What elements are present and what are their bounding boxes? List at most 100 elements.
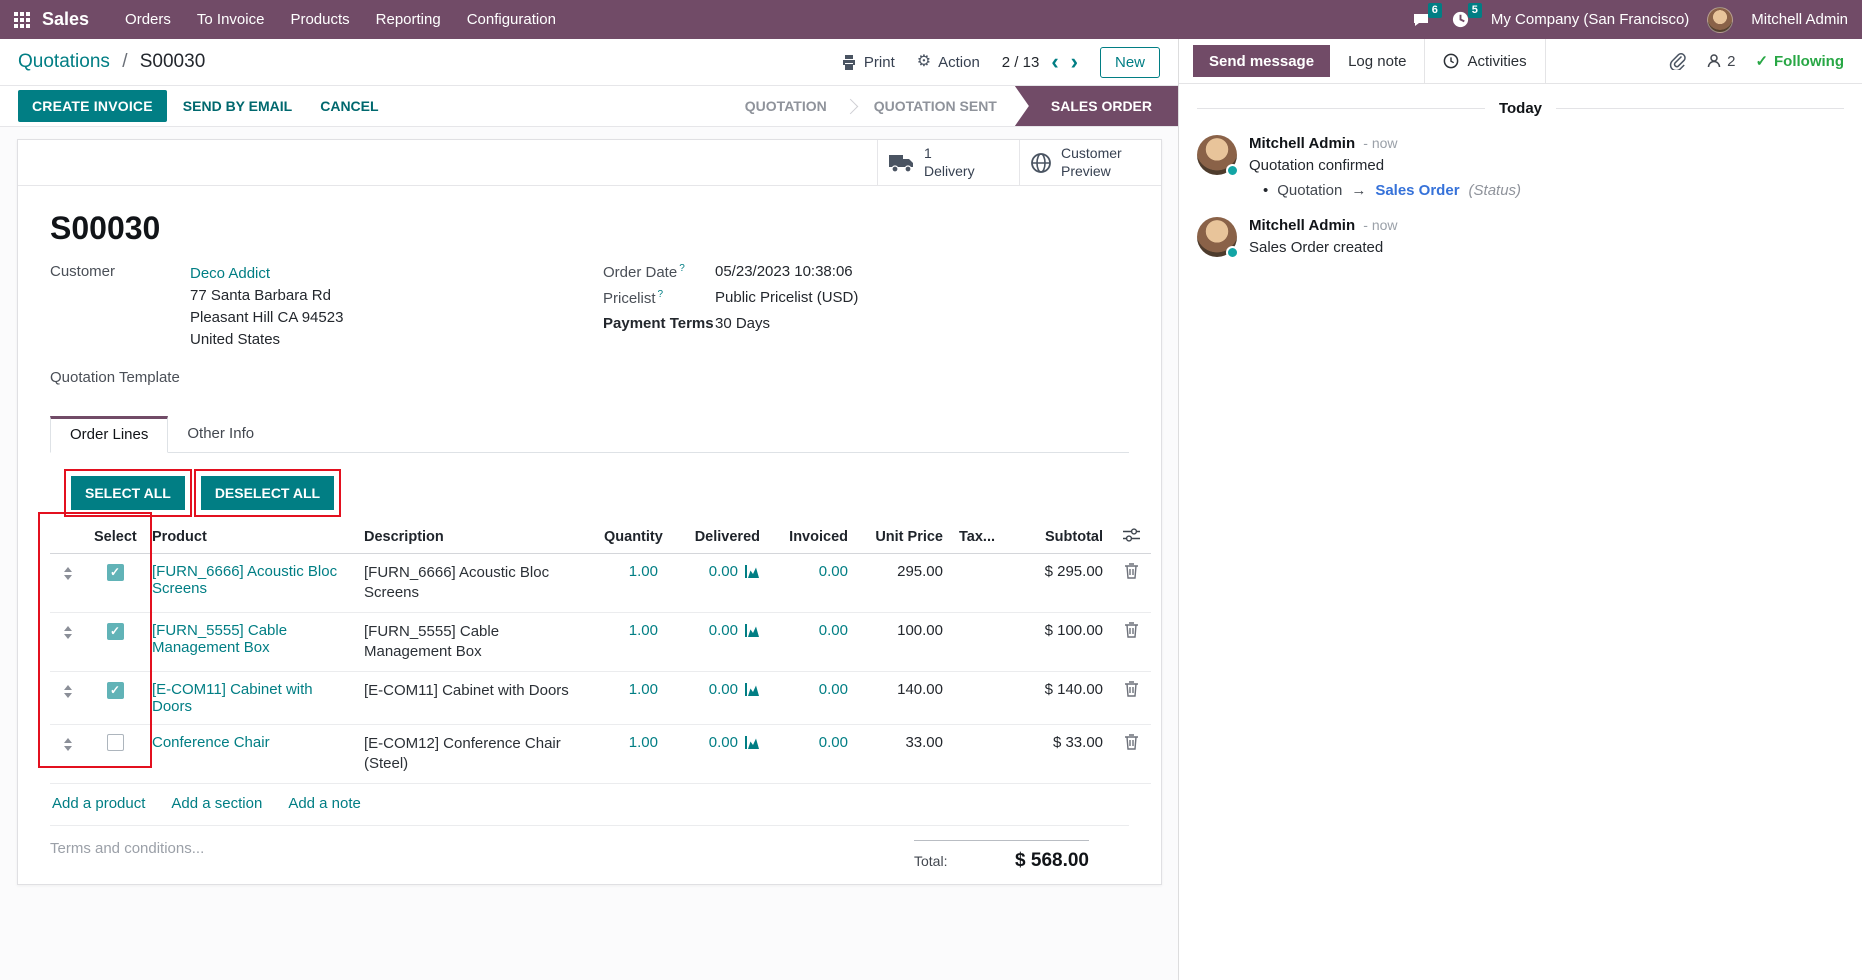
forecast-chart-icon[interactable] <box>744 683 760 696</box>
action-button[interactable]: ⚙ Action <box>917 54 980 71</box>
quantity-cell[interactable]: 1.00 <box>596 613 666 672</box>
delete-row-icon[interactable] <box>1124 563 1139 579</box>
quantity-column-header[interactable]: Quantity <box>596 521 666 554</box>
customer-preview-smart-button[interactable]: Customer Preview <box>1019 140 1161 185</box>
forecast-chart-icon[interactable] <box>744 624 760 637</box>
messages-icon[interactable]: 6 <box>1411 10 1433 30</box>
row-select-checkbox[interactable]: ✓ <box>107 682 124 699</box>
product-link[interactable]: [FURN_5555] Cable Management Box <box>152 622 287 656</box>
message-author[interactable]: Mitchell Admin <box>1249 135 1355 152</box>
pager-previous-icon[interactable]: ‹ <box>1051 51 1058 73</box>
send-message-button[interactable]: Send message <box>1193 45 1330 77</box>
forecast-chart-icon[interactable] <box>744 565 760 578</box>
attachment-icon[interactable] <box>1669 52 1686 70</box>
deselect-all-button[interactable]: DESELECT ALL <box>201 476 334 510</box>
new-button[interactable]: New <box>1100 47 1160 78</box>
company-switcher[interactable]: My Company (San Francisco) <box>1491 11 1689 28</box>
delete-row-icon[interactable] <box>1124 622 1139 638</box>
forecast-chart-icon[interactable] <box>744 736 760 749</box>
status-sales-order[interactable]: SALES ORDER <box>1015 86 1178 126</box>
description-cell[interactable]: [FURN_5555] Cable Management Box <box>364 623 499 660</box>
menu-reporting[interactable]: Reporting <box>368 1 449 38</box>
quantity-cell[interactable]: 1.00 <box>596 554 666 613</box>
product-link[interactable]: [E-COM11] Cabinet with Doors <box>152 681 313 715</box>
description-column-header[interactable]: Description <box>356 521 596 554</box>
description-cell[interactable]: [E-COM11] Cabinet with Doors <box>364 682 569 699</box>
tax-cell[interactable] <box>951 613 1006 672</box>
create-invoice-button[interactable]: CREATE INVOICE <box>18 90 167 122</box>
customer-link[interactable]: Deco Addict <box>190 263 343 285</box>
payment-terms-value[interactable]: 30 Days <box>715 315 770 332</box>
log-note-button[interactable]: Log note <box>1330 39 1424 83</box>
delivery-smart-button[interactable]: 1 Delivery <box>877 140 1019 185</box>
status-quotation-sent[interactable]: QUOTATION SENT <box>870 86 1001 126</box>
terms-placeholder[interactable]: Terms and conditions... <box>50 840 204 857</box>
description-cell[interactable]: [E-COM12] Conference Chair (Steel) <box>364 735 561 772</box>
status-quotation[interactable]: QUOTATION <box>741 86 831 126</box>
following-button[interactable]: ✓ Following <box>1755 52 1844 70</box>
unit-price-cell[interactable]: 100.00 <box>856 613 951 672</box>
invoiced-cell[interactable]: 0.00 <box>768 613 856 672</box>
menu-to-invoice[interactable]: To Invoice <box>189 1 273 38</box>
row-select-checkbox[interactable] <box>107 734 124 751</box>
app-name[interactable]: Sales <box>42 9 89 30</box>
add-a-note-link[interactable]: Add a note <box>288 795 361 812</box>
delete-row-icon[interactable] <box>1124 734 1139 750</box>
delivered-cell[interactable]: 0.00 <box>709 622 760 639</box>
tab-order-lines[interactable]: Order Lines <box>50 416 168 453</box>
invoiced-cell[interactable]: 0.00 <box>768 725 856 784</box>
delivered-cell[interactable]: 0.00 <box>709 734 760 751</box>
apps-grid-icon[interactable] <box>14 12 30 28</box>
product-link[interactable]: Conference Chair <box>152 734 270 751</box>
followers-button[interactable]: 2 <box>1706 53 1735 70</box>
message-author[interactable]: Mitchell Admin <box>1249 217 1355 234</box>
menu-orders[interactable]: Orders <box>117 1 179 38</box>
print-button[interactable]: Print <box>841 54 895 71</box>
select-all-button[interactable]: SELECT ALL <box>71 476 185 510</box>
invoiced-cell[interactable]: 0.00 <box>768 554 856 613</box>
invoiced-column-header[interactable]: Invoiced <box>768 521 856 554</box>
order-date-value[interactable]: 05/23/2023 10:38:06 <box>715 263 853 281</box>
tracking-new-value[interactable]: Sales Order <box>1375 182 1459 199</box>
user-name[interactable]: Mitchell Admin <box>1751 11 1848 28</box>
tax-cell[interactable] <box>951 672 1006 725</box>
product-column-header[interactable]: Product <box>144 521 356 554</box>
product-link[interactable]: [FURN_6666] Acoustic Bloc Screens <box>152 563 337 597</box>
user-avatar[interactable] <box>1707 7 1733 33</box>
tax-cell[interactable] <box>951 554 1006 613</box>
quantity-cell[interactable]: 1.00 <box>596 725 666 784</box>
unit-price-cell[interactable]: 140.00 <box>856 672 951 725</box>
row-select-checkbox[interactable]: ✓ <box>107 623 124 640</box>
description-cell[interactable]: [FURN_6666] Acoustic Bloc Screens <box>364 564 549 601</box>
drag-handle-icon[interactable] <box>64 681 72 698</box>
unit-price-column-header[interactable]: Unit Price <box>856 521 951 554</box>
menu-configuration[interactable]: Configuration <box>459 1 564 38</box>
activities-button[interactable]: Activities <box>1424 39 1545 83</box>
activities-clock-icon[interactable]: 5 <box>1451 10 1473 30</box>
optional-columns-icon[interactable] <box>1123 528 1140 542</box>
row-select-checkbox[interactable]: ✓ <box>107 564 124 581</box>
menu-products[interactable]: Products <box>282 1 357 38</box>
delivered-column-header[interactable]: Delivered <box>666 521 768 554</box>
subtotal-column-header[interactable]: Subtotal <box>1006 521 1111 554</box>
drag-handle-icon[interactable] <box>64 734 72 751</box>
tax-cell[interactable] <box>951 725 1006 784</box>
quantity-cell[interactable]: 1.00 <box>596 672 666 725</box>
tab-other-info[interactable]: Other Info <box>168 416 273 453</box>
drag-handle-icon[interactable] <box>64 622 72 639</box>
cancel-button[interactable]: CANCEL <box>308 90 390 122</box>
send-by-email-button[interactable]: SEND BY EMAIL <box>171 90 304 122</box>
delete-row-icon[interactable] <box>1124 681 1139 697</box>
pricelist-value[interactable]: Public Pricelist (USD) <box>715 289 858 307</box>
drag-handle-icon[interactable] <box>64 563 72 580</box>
invoiced-cell[interactable]: 0.00 <box>768 672 856 725</box>
breadcrumb-quotations[interactable]: Quotations <box>18 51 110 72</box>
pager-next-icon[interactable]: › <box>1071 51 1078 73</box>
tax-column-header[interactable]: Tax... <box>951 521 1006 554</box>
delivered-cell[interactable]: 0.00 <box>709 563 760 580</box>
add-a-product-link[interactable]: Add a product <box>52 795 145 812</box>
delivered-cell[interactable]: 0.00 <box>709 681 760 698</box>
add-a-section-link[interactable]: Add a section <box>171 795 262 812</box>
unit-price-cell[interactable]: 33.00 <box>856 725 951 784</box>
unit-price-cell[interactable]: 295.00 <box>856 554 951 613</box>
